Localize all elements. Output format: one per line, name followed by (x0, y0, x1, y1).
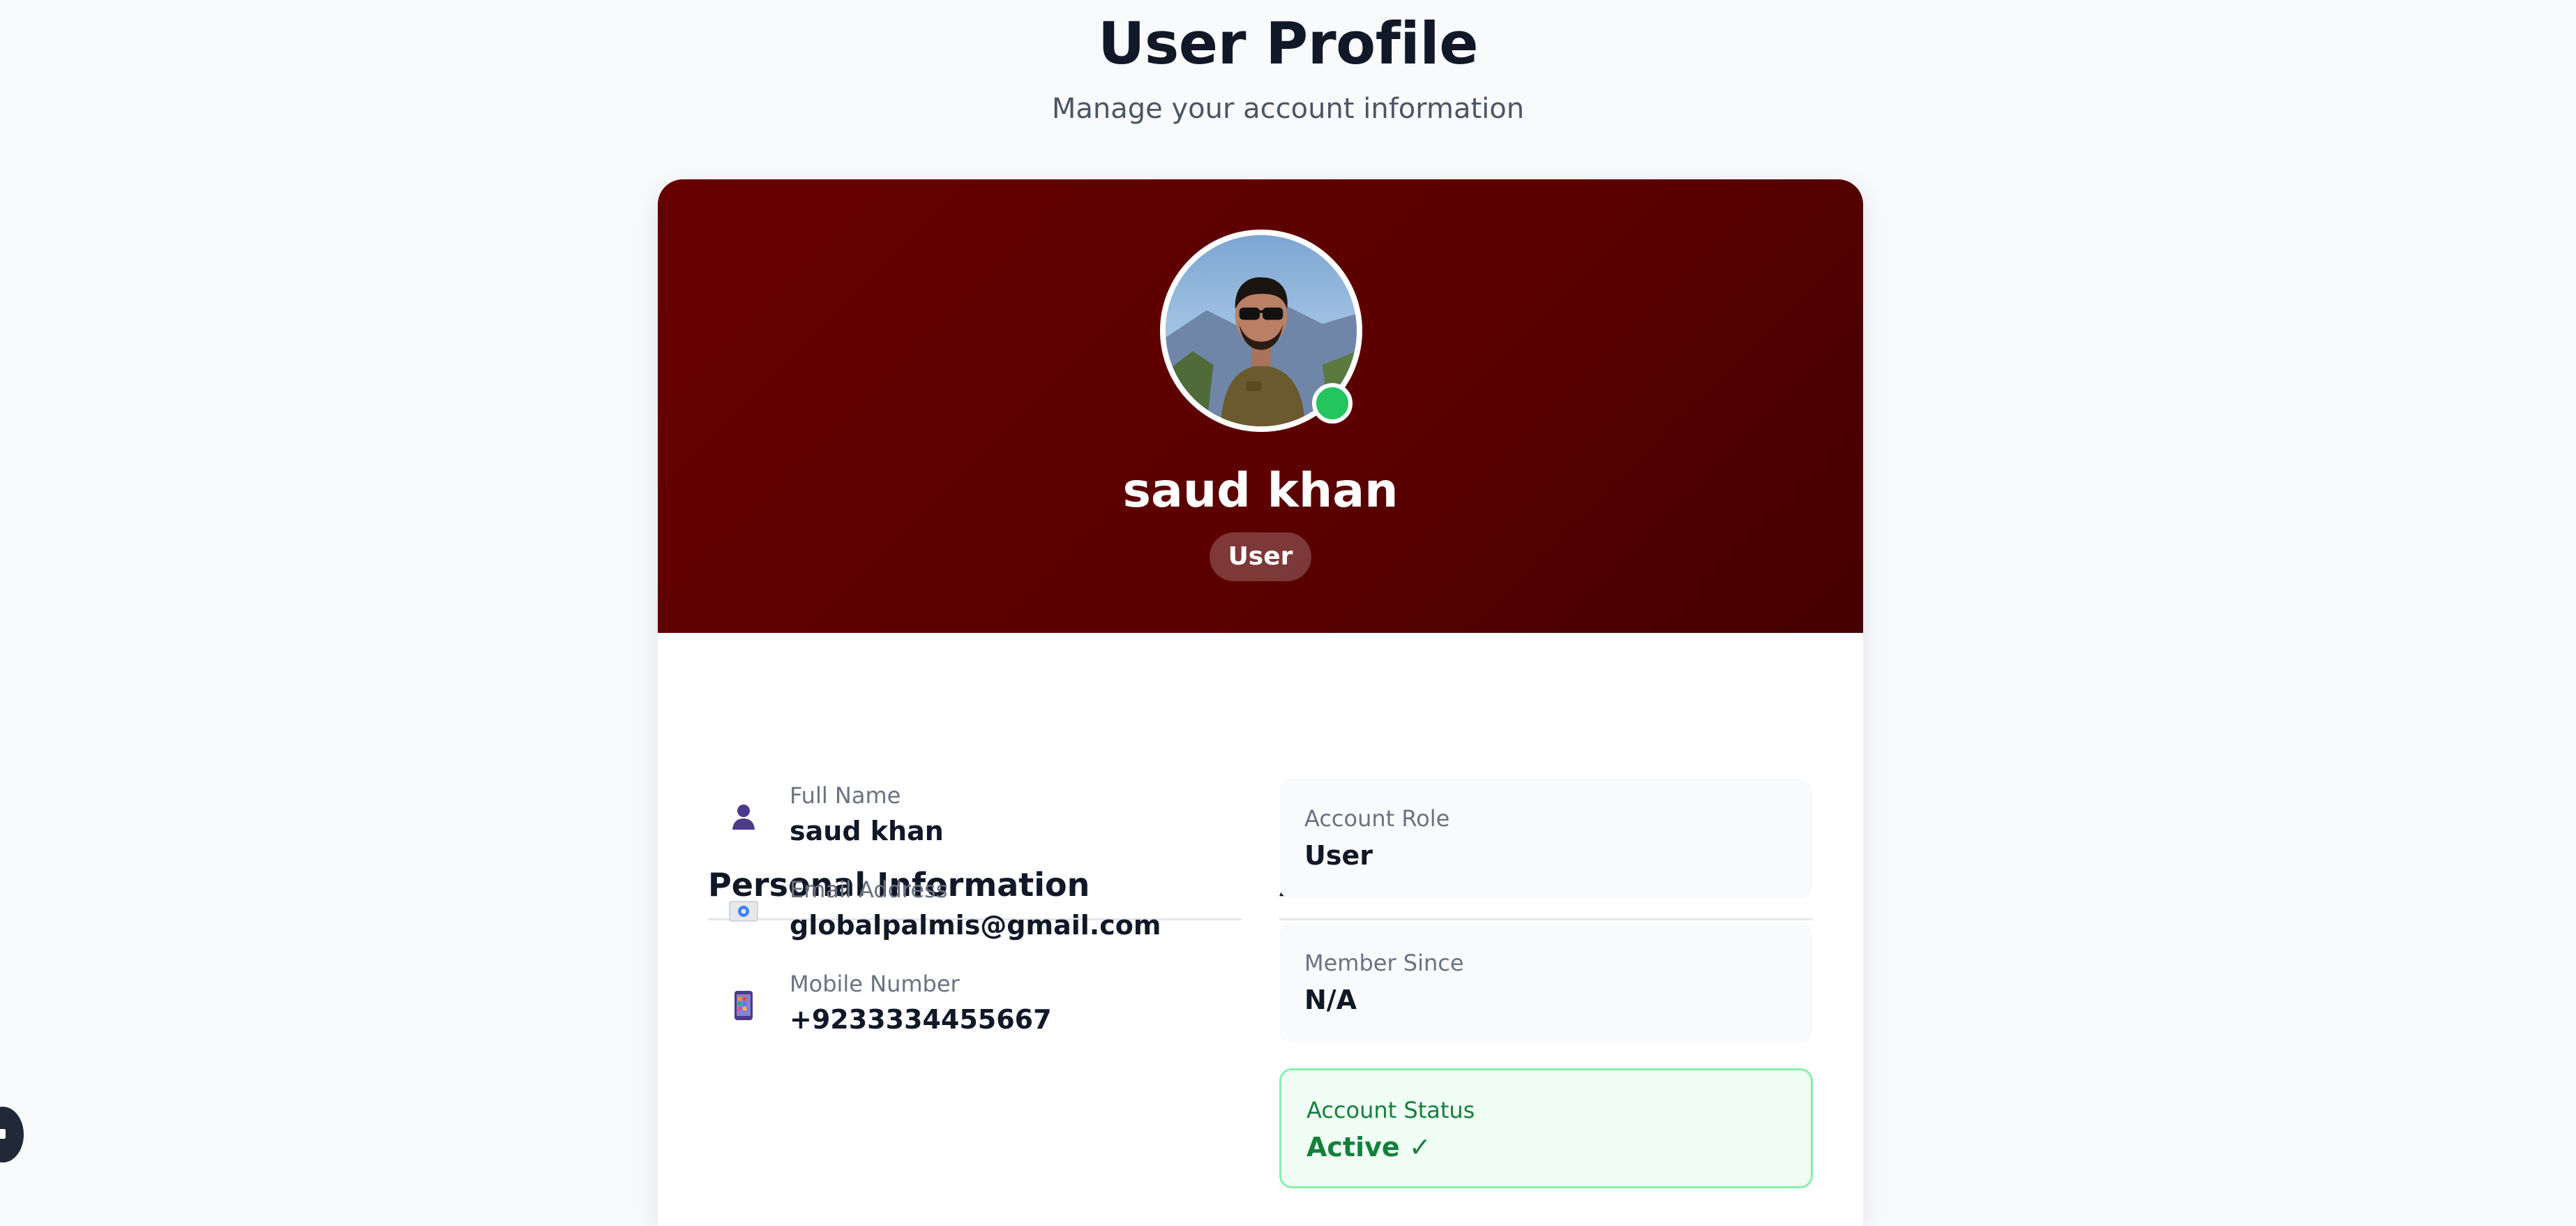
page-subtitle: Manage your account information (1051, 93, 1525, 125)
info-item-email: Email Address globalpalmis@gmail.com (707, 874, 1196, 950)
user-icon (727, 800, 760, 834)
page-title: User Profile (1097, 10, 1479, 77)
info-item-full-name: Full Name saud khan (707, 779, 1196, 856)
profile-name: saud khan (1122, 463, 1399, 518)
online-status-indicator (1312, 383, 1353, 424)
role-badge: User (1210, 532, 1311, 581)
account-status-label: Account Status (1306, 1097, 1475, 1123)
account-section-divider (1279, 918, 1813, 920)
widget-icon (0, 1129, 6, 1139)
email-icon (727, 895, 760, 928)
member-since-box: Member Since N/A (1279, 923, 1813, 1043)
mobile-number-label: Mobile Number (790, 971, 960, 997)
account-role-value: User (1304, 840, 1373, 871)
account-status-box: Account Status Active ✓ (1279, 1068, 1813, 1188)
account-role-box: Account Role User (1279, 779, 1813, 899)
profile-hero-banner: saud khan User (658, 179, 1863, 633)
email-address-value: globalpalmis@gmail.com (790, 910, 1161, 941)
account-role-label: Account Role (1304, 805, 1450, 832)
full-name-value: saud khan (790, 816, 944, 846)
floating-widget-button[interactable] (0, 1107, 24, 1163)
full-name-label: Full Name (790, 782, 901, 809)
avatar-container (1160, 230, 1362, 432)
info-item-mobile: Mobile Number +9233334455667 (707, 968, 1196, 1045)
mobile-number-value: +9233334455667 (790, 1004, 1052, 1035)
member-since-label: Member Since (1304, 950, 1464, 976)
member-since-value: N/A (1304, 985, 1357, 1015)
email-address-label: Email Address (790, 876, 948, 903)
account-status-value: Active ✓ (1306, 1132, 1431, 1163)
mobile-phone-icon (727, 989, 760, 1022)
